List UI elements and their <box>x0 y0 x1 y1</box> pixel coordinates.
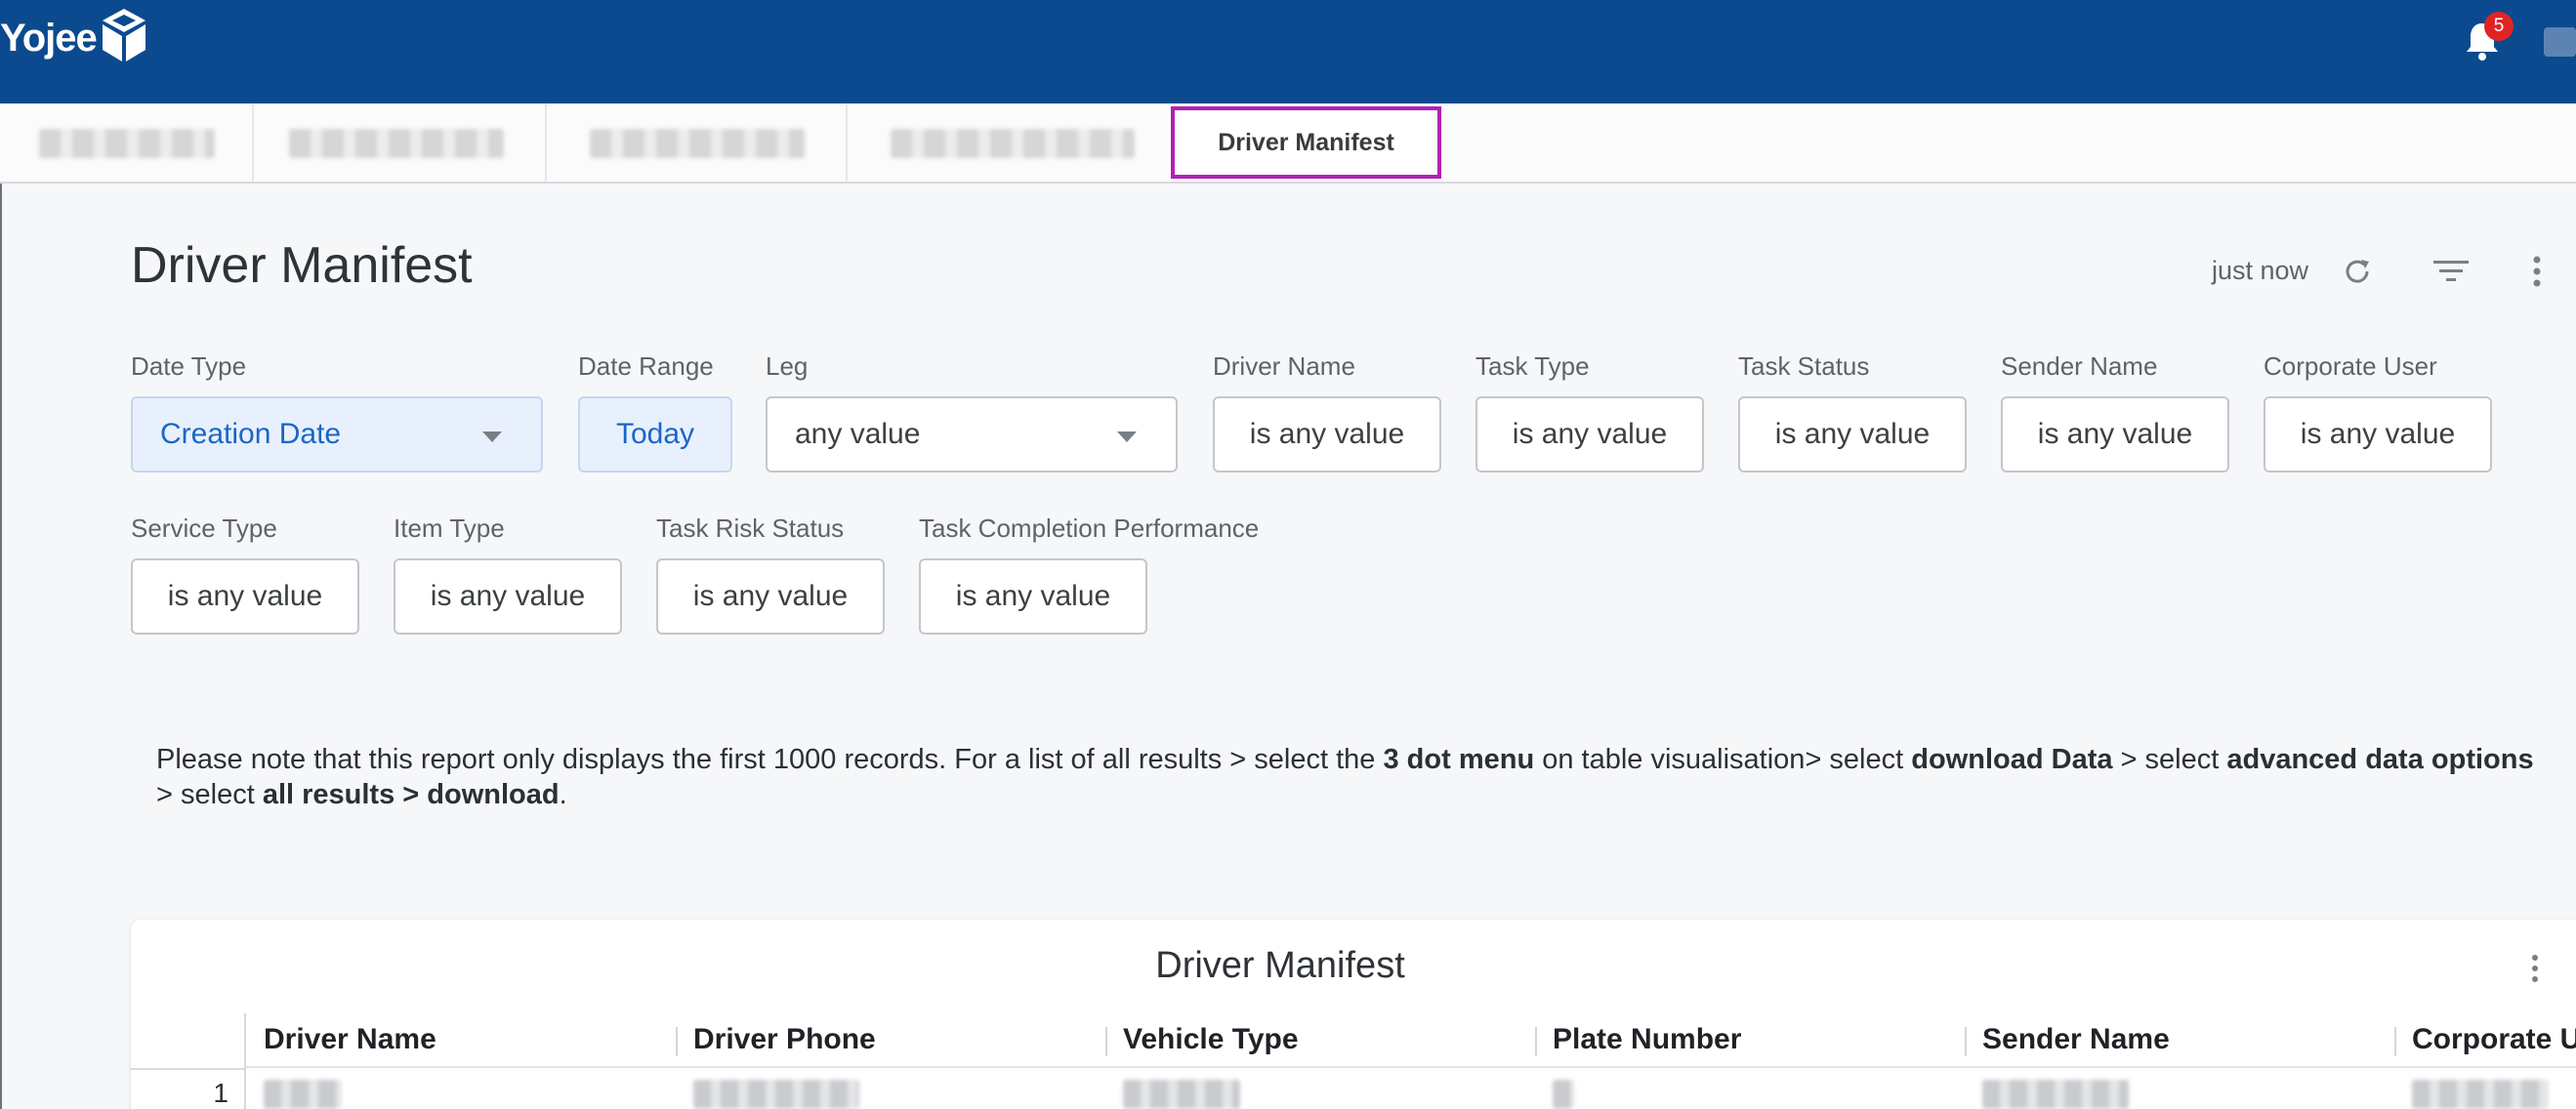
row-number: 1 <box>213 1078 229 1108</box>
column-divider[interactable] <box>1965 1027 1967 1056</box>
report-note: Please note that this report only displa… <box>156 742 2539 812</box>
date-type-value: Creation Date <box>160 418 342 450</box>
corporate-user-filter[interactable]: is any value <box>2264 396 2492 472</box>
filter-label-leg: Leg <box>766 351 809 381</box>
tab-blurred-2[interactable] <box>289 129 504 158</box>
dashboard-tabs: Driver Manifest <box>0 103 2576 184</box>
chevron-down-icon <box>1117 431 1137 442</box>
tab-blurred-1[interactable] <box>39 129 215 158</box>
tab-divider <box>846 103 848 182</box>
note-bold: 3 dot menu <box>1383 744 1535 775</box>
date-type-dropdown[interactable]: Creation Date <box>131 396 543 472</box>
driver-manifest-table-card: Driver Manifest 1 Driver Name Driver Pho… <box>131 920 2576 1109</box>
task-risk-status-filter[interactable]: is any value <box>656 558 885 635</box>
column-divider[interactable] <box>1105 1027 1107 1056</box>
filter-label-service-type: Service Type <box>131 513 277 543</box>
column-divider[interactable] <box>676 1027 678 1056</box>
table-title: Driver Manifest <box>1155 945 1405 986</box>
tab-blurred-4[interactable] <box>891 129 1135 158</box>
item-type-filter[interactable]: is any value <box>394 558 622 635</box>
task-completion-performance-filter[interactable]: is any value <box>919 558 1147 635</box>
filter-label-task-completion-performance: Task Completion Performance <box>919 513 1260 543</box>
leg-value: any value <box>795 418 921 450</box>
row-divider <box>131 1068 246 1070</box>
filter-button[interactable] <box>2430 250 2472 293</box>
filter-label-task-risk-status: Task Risk Status <box>656 513 845 543</box>
note-text: on table visualisation> select <box>1534 744 1912 775</box>
tab-driver-manifest[interactable]: Driver Manifest <box>1171 106 1441 179</box>
column-divider[interactable] <box>1535 1027 1537 1056</box>
table-cell-redacted <box>1553 1080 1574 1109</box>
column-divider[interactable] <box>2394 1027 2396 1056</box>
table-more-button[interactable] <box>2514 947 2556 990</box>
more-vertical-icon <box>2533 256 2541 287</box>
yojee-logo[interactable]: Yojee <box>0 4 149 72</box>
filter-icon <box>2433 261 2469 281</box>
table-cell-redacted <box>1123 1080 1240 1109</box>
task-status-filter[interactable]: is any value <box>1738 396 1967 472</box>
column-header-driver-name[interactable]: Driver Name <box>264 1023 436 1056</box>
tab-divider <box>252 103 254 182</box>
table-cell-redacted <box>693 1080 859 1109</box>
table-cell-redacted <box>264 1080 342 1109</box>
filter-label-sender-name: Sender Name <box>2001 351 2158 381</box>
column-header-driver-phone[interactable]: Driver Phone <box>693 1023 876 1056</box>
last-refresh-time: just now <box>2212 256 2309 285</box>
filter-label-driver-name: Driver Name <box>1213 351 1355 381</box>
note-bold: all results > download <box>262 779 560 810</box>
note-text: . <box>559 779 567 810</box>
filter-label-task-status: Task Status <box>1738 351 1870 381</box>
chevron-down-icon <box>482 431 502 442</box>
note-bold: advanced data options <box>2226 744 2534 775</box>
note-text: > select <box>2112 744 2227 775</box>
column-header-vehicle-type[interactable]: Vehicle Type <box>1123 1023 1299 1056</box>
filter-label-corporate-user: Corporate User <box>2264 351 2437 381</box>
logo-text: Yojee <box>0 16 98 60</box>
service-type-filter[interactable]: is any value <box>131 558 359 635</box>
yojee-cube-logo-icon <box>102 9 145 62</box>
notification-count-badge: 5 <box>2484 12 2514 41</box>
table-header-row: Driver Name Driver Phone Vehicle Type Pl… <box>246 1013 2576 1068</box>
table-cell-redacted <box>1982 1080 2129 1109</box>
page-more-button[interactable] <box>2515 250 2558 293</box>
page-title: Driver Manifest <box>131 237 473 294</box>
column-header-plate-number[interactable]: Plate Number <box>1553 1023 1741 1056</box>
more-vertical-icon <box>2532 955 2538 982</box>
sender-name-filter[interactable]: is any value <box>2001 396 2229 472</box>
refresh-icon <box>2346 260 2369 283</box>
task-type-filter[interactable]: is any value <box>1475 396 1704 472</box>
filter-label-item-type: Item Type <box>394 513 505 543</box>
column-header-corporate-user[interactable]: Corporate U <box>2412 1023 2576 1056</box>
table-cell-redacted <box>2412 1080 2549 1109</box>
top-navigation-bar: Yojee 5 <box>0 0 2576 103</box>
left-edge-border <box>0 184 2 1109</box>
leg-dropdown[interactable]: any value <box>766 396 1178 472</box>
user-avatar[interactable] <box>2544 27 2576 57</box>
note-text: > select <box>156 779 263 810</box>
tab-blurred-3[interactable] <box>590 129 805 158</box>
tab-divider <box>545 103 547 182</box>
filter-label-date-type: Date Type <box>131 351 247 381</box>
note-bold: download Data <box>1911 744 2113 775</box>
date-range-button[interactable]: Today <box>578 396 732 472</box>
filter-label-date-range: Date Range <box>578 351 714 381</box>
filter-label-task-type: Task Type <box>1475 351 1590 381</box>
driver-name-filter[interactable]: is any value <box>1213 396 1441 472</box>
note-text: Please note that this report only displa… <box>156 744 1384 775</box>
column-header-sender-name[interactable]: Sender Name <box>1982 1023 2170 1056</box>
refresh-button[interactable] <box>2336 250 2379 293</box>
